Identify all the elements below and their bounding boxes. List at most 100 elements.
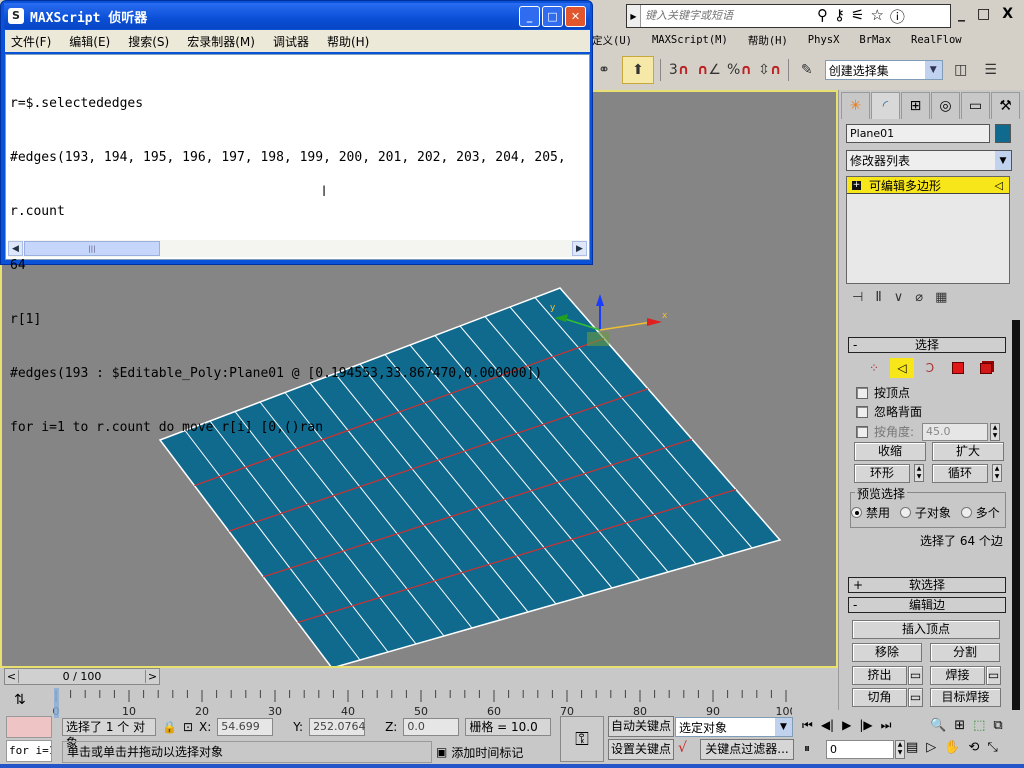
soft-selection-rollout-header[interactable]: + 软选择 bbox=[848, 577, 1006, 593]
next-frame-arrow[interactable]: > bbox=[145, 670, 159, 683]
chamfer-settings-button[interactable]: ▭ bbox=[908, 688, 923, 707]
app-maximize-button[interactable]: □ bbox=[977, 6, 990, 22]
configure-sets-icon[interactable]: ▦ bbox=[935, 290, 947, 305]
absolute-mode-icon[interactable]: ⊡ bbox=[183, 720, 193, 734]
key-icon[interactable]: ⚷ bbox=[834, 6, 845, 27]
app-minimize-button[interactable]: _ bbox=[958, 6, 965, 22]
extrude-settings-button[interactable]: ▭ bbox=[908, 666, 923, 685]
menu-physx[interactable]: PhysX bbox=[808, 34, 840, 46]
split-button[interactable]: 分割 bbox=[930, 643, 1000, 662]
set-key-big-button[interactable]: ⚿ bbox=[560, 716, 604, 762]
polygon-mode-icon[interactable] bbox=[946, 358, 970, 378]
maximize-viewport-icon[interactable]: ⤡ bbox=[987, 740, 997, 755]
checkbox-box[interactable] bbox=[856, 405, 868, 418]
insert-vertex-button[interactable]: 插入顶点 bbox=[852, 620, 1000, 639]
menu-realflow[interactable]: RealFlow bbox=[911, 34, 962, 46]
listener-text-area[interactable]: r=$.selectededges #edges(193, 194, 195, … bbox=[5, 54, 590, 435]
pan-icon[interactable]: ✋ bbox=[944, 740, 960, 755]
loop-spinner[interactable]: ▲ ▼ bbox=[992, 464, 1002, 482]
current-frame-marker[interactable] bbox=[54, 688, 59, 718]
loop-button[interactable]: 循环 bbox=[932, 464, 988, 483]
menu-maxscript[interactable]: MAXScript(M) bbox=[652, 34, 728, 46]
scroll-left-icon[interactable]: ◀ bbox=[8, 241, 23, 256]
curve-editor-icon[interactable]: √ bbox=[678, 740, 687, 756]
menu-brmax[interactable]: BrMax bbox=[859, 34, 891, 46]
mini-listener-output[interactable] bbox=[6, 716, 52, 738]
vertex-mode-icon[interactable]: ⁘ bbox=[862, 358, 886, 378]
binoculars-icon[interactable]: ⚲ bbox=[817, 6, 828, 27]
object-name-field[interactable]: Plane01 bbox=[846, 124, 990, 143]
tab-utilities[interactable]: ⚒ bbox=[991, 92, 1020, 119]
field-of-view-icon[interactable]: ▷ bbox=[926, 740, 936, 755]
hierarchy-pivot-icon[interactable]: ⚭ bbox=[592, 56, 616, 84]
current-frame-field[interactable]: 0 bbox=[826, 740, 894, 759]
zoom-all-icon[interactable]: ⊞ bbox=[954, 718, 965, 733]
z-coordinate-field[interactable]: 0.0 bbox=[403, 718, 460, 736]
tab-motion[interactable]: ◎ bbox=[931, 92, 960, 119]
goto-start-icon[interactable]: ⏮ bbox=[802, 718, 813, 733]
command-panel-scrollbar[interactable] bbox=[1012, 320, 1020, 710]
extrude-button[interactable]: 挤出 bbox=[852, 666, 907, 685]
pin-stack-icon[interactable]: ⊣ bbox=[852, 290, 863, 305]
listener-menu-debugger[interactable]: 调试器 bbox=[273, 33, 309, 50]
add-time-tag[interactable]: ▣ 添加时间标记 bbox=[436, 741, 523, 763]
by-angle-checkbox[interactable]: 按角度: bbox=[856, 423, 914, 440]
y-coordinate-field[interactable]: 252.0764 bbox=[309, 718, 366, 736]
make-unique-icon[interactable]: ∨ bbox=[894, 290, 904, 305]
edge-mode-icon[interactable]: ◁ bbox=[890, 358, 914, 378]
named-selection-set-dropdown[interactable]: 创建选择集 ▼ bbox=[824, 60, 943, 80]
modifier-list-dropdown[interactable]: 修改器列表 ▼ bbox=[846, 150, 1012, 171]
weld-settings-button[interactable]: ▭ bbox=[986, 666, 1001, 685]
key-filter-selection-dropdown[interactable]: 选定对象 ▼ bbox=[675, 717, 793, 737]
time-config-icon[interactable]: ▤ bbox=[906, 740, 918, 755]
ignore-backfacing-checkbox[interactable]: 忽略背面 bbox=[856, 403, 922, 420]
menu-help[interactable]: 帮助(H) bbox=[748, 33, 788, 48]
remove-modifier-icon[interactable]: ⌀ bbox=[915, 290, 923, 305]
tab-display[interactable]: ▭ bbox=[961, 92, 990, 119]
selection-rollout-header[interactable]: - 选择 bbox=[848, 337, 1006, 353]
favorites-star-icon[interactable]: ☆ bbox=[870, 6, 883, 27]
chamfer-button[interactable]: 切角 bbox=[852, 688, 907, 707]
listener-menu-macro-recorder[interactable]: 宏录制器(M) bbox=[187, 33, 255, 50]
zoom-icon[interactable]: 🔍 bbox=[930, 718, 946, 733]
edit-edges-rollout-header[interactable]: - 编辑边 bbox=[848, 597, 1006, 613]
preview-off-radio[interactable]: 禁用 bbox=[851, 504, 890, 521]
align-icon[interactable]: ☰ bbox=[979, 56, 1003, 84]
show-end-result-icon[interactable]: Ⅱ bbox=[875, 290, 881, 305]
scroll-right-icon[interactable]: ▶ bbox=[572, 241, 587, 256]
object-color-swatch[interactable] bbox=[995, 124, 1011, 143]
checkbox-box[interactable] bbox=[856, 386, 868, 399]
frame-spinner[interactable]: ▲ ▼ bbox=[895, 740, 905, 759]
angle-spinner[interactable]: ▲ ▼ bbox=[990, 423, 1000, 441]
key-mode-toggle-icon[interactable]: ⏸ bbox=[804, 741, 810, 756]
selection-lock-icon[interactable]: 🔒 bbox=[162, 720, 177, 734]
listener-maximize-button[interactable]: □ bbox=[542, 6, 563, 27]
tab-hierarchy[interactable]: ⊞ bbox=[901, 92, 930, 119]
spinner-snap-icon[interactable]: ⇳ ∩ bbox=[758, 56, 782, 84]
preview-subobject-radio[interactable]: 子对象 bbox=[899, 504, 951, 521]
listener-horizontal-scrollbar[interactable]: ◀ ||| ▶ bbox=[8, 240, 587, 257]
chevron-down-icon[interactable]: ▼ bbox=[924, 61, 942, 79]
checkbox-box[interactable] bbox=[856, 425, 868, 438]
app-close-button[interactable]: X bbox=[1002, 6, 1013, 22]
listener-minimize-button[interactable]: _ bbox=[519, 6, 540, 27]
search-input[interactable] bbox=[641, 6, 811, 26]
listener-close-button[interactable]: ✕ bbox=[565, 6, 586, 27]
scrollbar-thumb[interactable]: ||| bbox=[24, 241, 160, 256]
listener-title-bar[interactable]: S MAXScript 侦听器 _ □ ✕ bbox=[4, 3, 590, 29]
trackbar-toggle-icon[interactable]: ⇅ bbox=[14, 692, 26, 708]
shrink-button[interactable]: 收缩 bbox=[854, 442, 926, 461]
by-vertex-checkbox[interactable]: 按顶点 bbox=[856, 384, 910, 401]
border-mode-icon[interactable]: Ↄ bbox=[918, 358, 942, 378]
snap-toggle-icon[interactable]: 3 ∩ bbox=[667, 56, 691, 84]
chevron-down-icon[interactable]: ▼ bbox=[995, 151, 1011, 170]
menu-customize[interactable]: 定义(U) bbox=[592, 33, 632, 48]
chevron-down-icon[interactable]: ▼ bbox=[775, 718, 792, 736]
play-icon[interactable]: ▶ bbox=[842, 718, 851, 733]
expand-arrow-icon[interactable]: ▶ bbox=[627, 5, 641, 27]
prev-frame-icon[interactable]: ◀| bbox=[821, 718, 834, 733]
listener-menu-help[interactable]: 帮助(H) bbox=[327, 33, 369, 50]
orbit-icon[interactable]: ⟲ bbox=[968, 740, 979, 755]
trackbar[interactable]: 0102030405060708090100 bbox=[52, 688, 792, 718]
radio-dot[interactable] bbox=[899, 507, 911, 518]
